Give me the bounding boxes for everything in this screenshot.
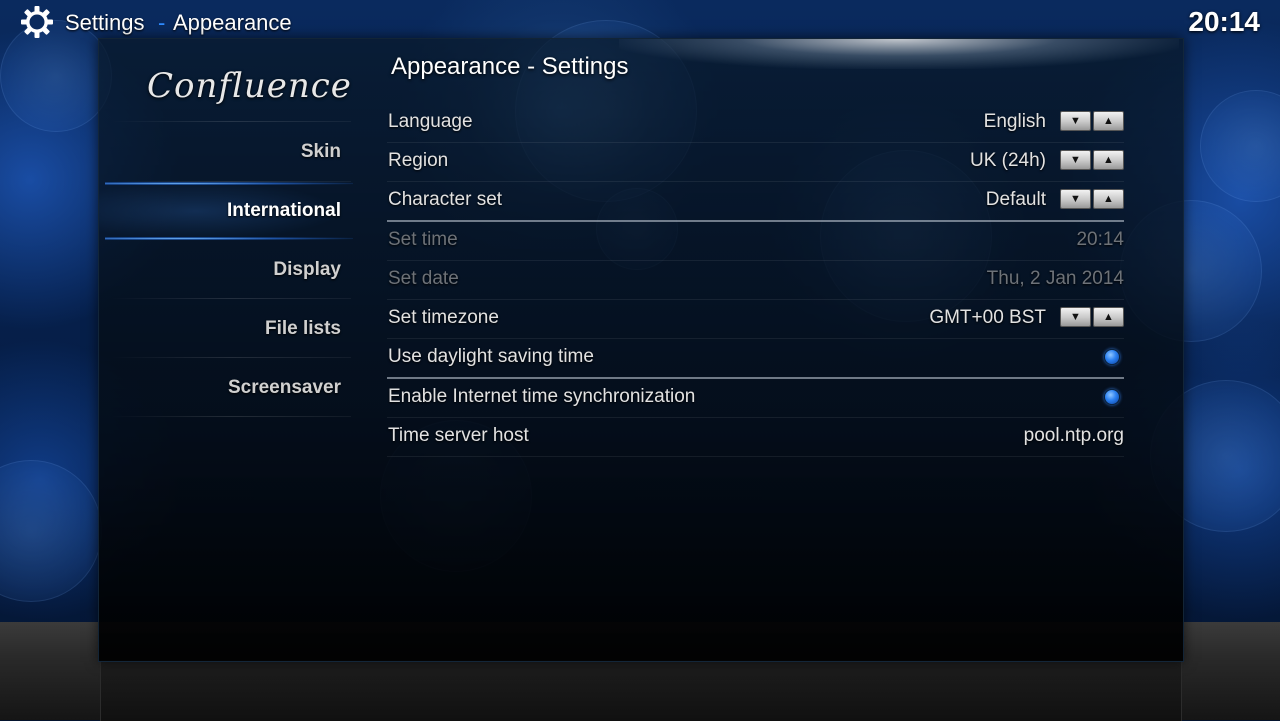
sidebar-item-label: Display: [273, 259, 341, 280]
setting-row-region[interactable]: Region UK (24h) ▼ ▲: [387, 142, 1124, 182]
setting-row-daylight-saving[interactable]: Use daylight saving time: [387, 338, 1124, 379]
sidebar-item-international[interactable]: International: [99, 182, 353, 240]
spinner-down-button[interactable]: ▼: [1060, 111, 1091, 131]
spinner-up-button[interactable]: ▲: [1093, 307, 1124, 327]
setting-row-set-date: Set date Thu, 2 Jan 2014: [387, 260, 1124, 300]
sidebar-divider: [111, 298, 351, 299]
setting-value: 20:14: [1076, 229, 1124, 250]
setting-label: Enable Internet time synchronization: [388, 386, 696, 407]
spinner-down-button[interactable]: ▼: [1060, 307, 1091, 327]
setting-row-time-server-host[interactable]: Time server host pool.ntp.org: [387, 417, 1124, 457]
gear-icon: [21, 6, 53, 38]
setting-value: Default: [985, 189, 1046, 210]
radio-button-on[interactable]: [1104, 349, 1120, 365]
breadcrumb-title: Settings: [65, 10, 145, 35]
spinner-up-button[interactable]: ▲: [1093, 189, 1124, 209]
bottom-panel: [100, 660, 1182, 721]
setting-label: Time server host: [388, 425, 529, 446]
setting-label: Set date: [388, 268, 459, 289]
sidebar-item-label: Screensaver: [227, 377, 341, 398]
setting-value: UK (24h): [969, 150, 1046, 171]
sidebar-item-screensaver[interactable]: Screensaver: [99, 359, 341, 417]
setting-row-internet-time-sync[interactable]: Enable Internet time synchronization: [387, 378, 1124, 418]
value-spinner: ▼ ▲: [1060, 150, 1124, 170]
settings-panel: Confluence Skin International Display Fi…: [98, 38, 1184, 662]
setting-row-character-set[interactable]: Character set Default ▼ ▲: [387, 181, 1124, 222]
breadcrumb-subtitle: Appearance: [173, 10, 292, 35]
sidebar-item-skin[interactable]: Skin: [99, 123, 341, 181]
radio-button-on[interactable]: [1104, 389, 1120, 405]
sidebar-divider: [111, 357, 351, 358]
sidebar-divider: [111, 416, 351, 417]
sidebar-item-label: Skin: [300, 141, 341, 162]
value-spinner: ▼ ▲: [1060, 189, 1124, 209]
sidebar-item-label: File lists: [264, 318, 341, 339]
clock: 20:14: [1188, 6, 1260, 37]
setting-row-set-timezone[interactable]: Set timezone GMT+00 BST ▼ ▲: [387, 299, 1124, 339]
spinner-down-button[interactable]: ▼: [1060, 189, 1091, 209]
setting-value: pool.ntp.org: [1023, 425, 1124, 446]
page-title: Appearance - Settings: [391, 53, 629, 80]
spinner-up-button[interactable]: ▲: [1093, 150, 1124, 170]
setting-value: Thu, 2 Jan 2014: [986, 268, 1124, 289]
sidebar-item-file-lists[interactable]: File lists: [99, 300, 341, 358]
panel-glow: [619, 39, 1179, 69]
spinner-up-button[interactable]: ▲: [1093, 111, 1124, 131]
setting-label: Language: [388, 111, 473, 132]
setting-label: Set timezone: [388, 307, 499, 328]
value-spinner: ▼ ▲: [1060, 307, 1124, 327]
setting-label: Character set: [388, 189, 503, 210]
setting-label: Region: [388, 150, 449, 171]
setting-value: GMT+00 BST: [929, 307, 1046, 328]
spinner-down-button[interactable]: ▼: [1060, 150, 1091, 170]
skin-logo: Confluence: [147, 66, 352, 106]
setting-label: Use daylight saving time: [388, 346, 594, 367]
setting-row-set-time: Set time 20:14: [387, 221, 1124, 261]
sidebar-item-display[interactable]: Display: [99, 241, 341, 299]
setting-row-language[interactable]: Language English ▼ ▲: [387, 103, 1124, 143]
breadcrumb-separator: -: [158, 10, 166, 35]
sidebar-item-label: International: [226, 200, 341, 221]
value-spinner: ▼ ▲: [1060, 111, 1124, 131]
setting-value: English: [983, 111, 1046, 132]
sidebar-divider: [111, 121, 351, 122]
setting-label: Set time: [388, 229, 458, 250]
